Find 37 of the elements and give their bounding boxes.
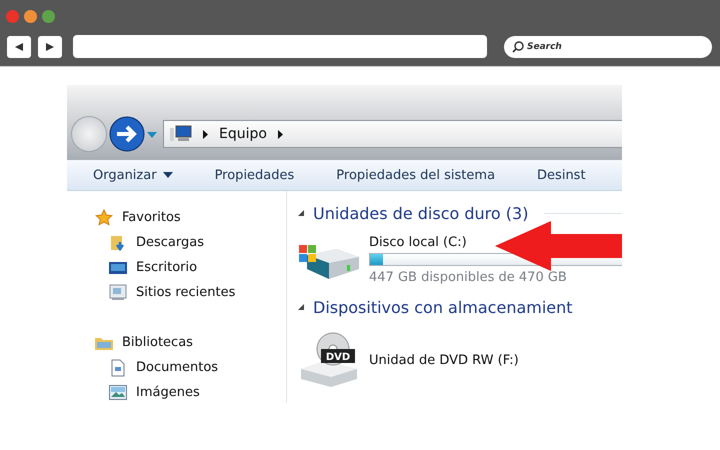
nav-pane-item[interactable]: Documentos xyxy=(67,355,286,380)
collapse-triangle-icon[interactable] xyxy=(297,303,305,311)
address-bar[interactable]: Equipo xyxy=(163,120,622,148)
nav-pane-item[interactable]: Escritorio xyxy=(67,255,286,280)
toolbar-button[interactable]: Desinst xyxy=(537,168,586,182)
group-header[interactable]: Unidades de disco duro (3) xyxy=(313,204,528,222)
toolbar-button[interactable]: Organizar xyxy=(93,168,173,182)
left-triangle-icon xyxy=(14,42,24,52)
breadcrumb-arrow-icon[interactable] xyxy=(202,130,209,138)
nav-pane-item[interactable]: Bibliotecas xyxy=(67,330,286,355)
drive-name[interactable]: Disco local (C:) xyxy=(369,235,467,250)
back-button[interactable] xyxy=(7,36,31,58)
forward-button[interactable] xyxy=(38,36,62,58)
right-triangle-icon xyxy=(45,42,55,52)
computer-icon xyxy=(170,125,192,143)
breadcrumb-arrow-icon[interactable] xyxy=(276,130,284,138)
toolbar-button[interactable]: Propiedades xyxy=(214,168,294,182)
recent-places-icon xyxy=(109,284,127,301)
star-icon xyxy=(95,208,113,226)
nav-pane-item[interactable]: Descargas xyxy=(67,230,286,255)
folder-download-icon xyxy=(110,234,126,252)
search-field[interactable]: Search xyxy=(504,36,712,58)
address-field[interactable] xyxy=(73,35,487,58)
picture-icon xyxy=(109,385,127,400)
minimize-button[interactable] xyxy=(24,10,37,22)
drive-name[interactable]: Unidad de DVD RW (F:) xyxy=(369,352,519,368)
group-header[interactable]: Dispositivos con almacenamient xyxy=(313,298,573,316)
collapse-triangle-icon[interactable] xyxy=(297,209,305,217)
free-space-text: 447 GB disponibles de 470 GB xyxy=(369,270,568,285)
nav-pane-item[interactable]: Sitios recientes xyxy=(67,280,286,305)
desktop-icon xyxy=(109,260,127,274)
toolbar-button[interactable]: Propiedades del sistema xyxy=(336,168,496,182)
search-icon xyxy=(512,40,524,52)
nav-pane-item[interactable]: Favoritos xyxy=(67,205,286,230)
nav-pane-item[interactable]: Imágenes xyxy=(67,380,286,403)
document-icon xyxy=(111,358,125,376)
breadcrumb-item[interactable]: Equipo xyxy=(219,126,267,142)
